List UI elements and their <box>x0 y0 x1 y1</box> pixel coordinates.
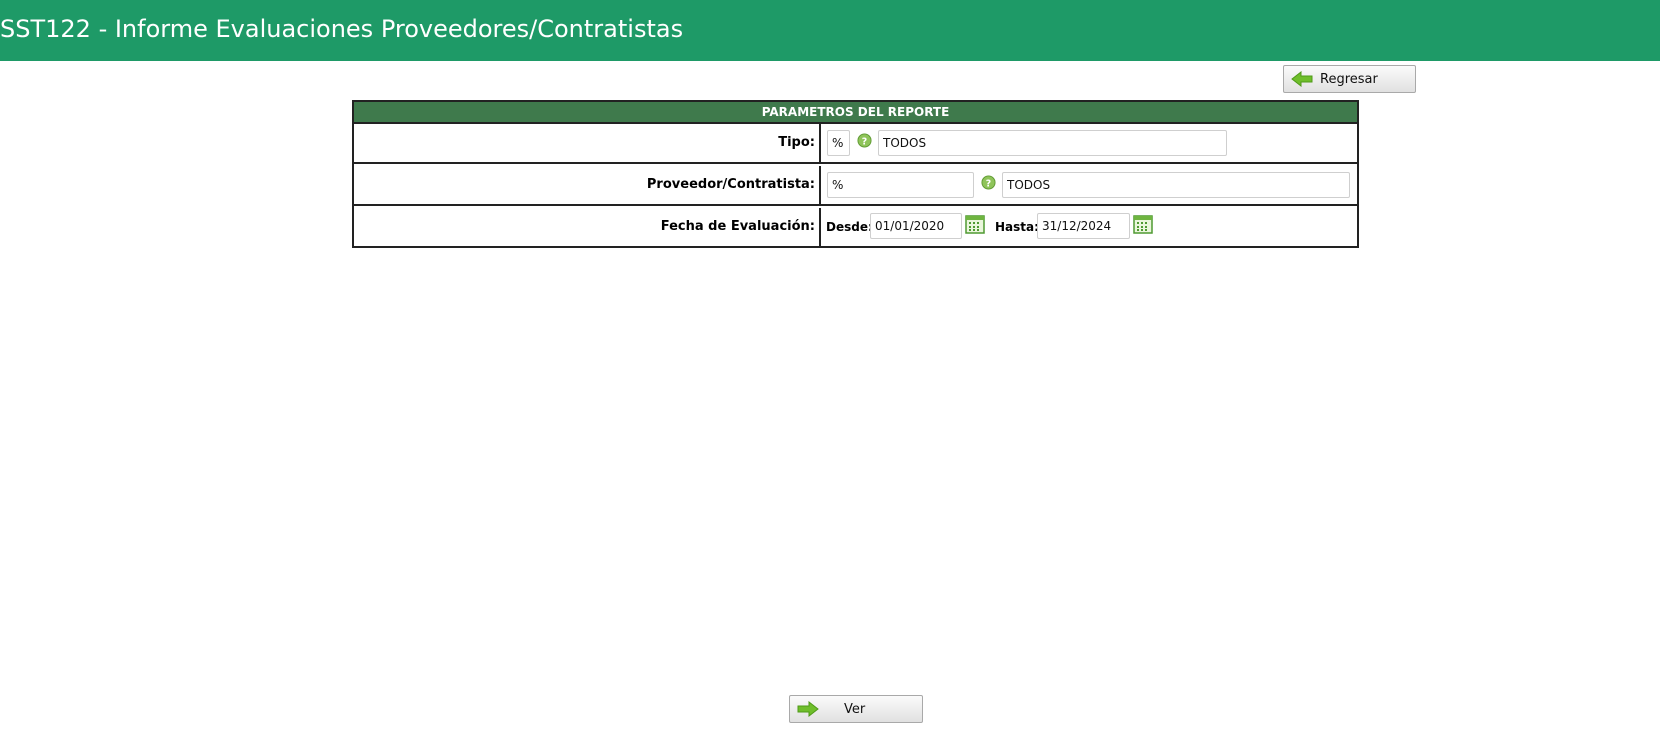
proveedor-label: Proveedor/Contratista: <box>354 166 821 204</box>
tipo-description-input[interactable] <box>878 130 1227 156</box>
proveedor-code-input[interactable] <box>827 172 974 198</box>
back-button-label: Regresar <box>1320 72 1378 87</box>
help-icon[interactable]: ? <box>981 175 996 190</box>
view-report-button[interactable]: Ver <box>789 695 923 723</box>
row-fecha: Fecha de Evaluación: Desde: Hasta: <box>354 208 1357 248</box>
arrow-right-icon <box>797 701 819 717</box>
row-tipo: Tipo: ? <box>354 124 1357 164</box>
back-button[interactable]: Regresar <box>1283 65 1416 93</box>
report-parameters-panel: PARAMETROS DEL REPORTE Tipo: ? Proveedor… <box>352 100 1359 248</box>
page-title: SST122 - Informe Evaluaciones Proveedore… <box>0 15 684 43</box>
panel-heading: PARAMETROS DEL REPORTE <box>354 102 1357 124</box>
calendar-icon[interactable] <box>1133 214 1153 234</box>
calendar-icon[interactable] <box>965 214 985 234</box>
svg-text:?: ? <box>862 136 867 147</box>
desde-label: Desde: <box>826 220 873 234</box>
desde-date-input[interactable] <box>870 213 962 239</box>
view-button-label: Ver <box>844 702 866 717</box>
arrow-left-icon <box>1291 71 1313 87</box>
tipo-code-input[interactable] <box>827 130 850 156</box>
fecha-label: Fecha de Evaluación: <box>354 208 821 248</box>
tipo-label: Tipo: <box>354 124 821 162</box>
title-bar: SST122 - Informe Evaluaciones Proveedore… <box>0 0 1660 61</box>
hasta-date-input[interactable] <box>1037 213 1130 239</box>
svg-text:?: ? <box>986 178 991 189</box>
proveedor-description-input[interactable] <box>1002 172 1350 198</box>
help-icon[interactable]: ? <box>857 133 872 148</box>
row-proveedor: Proveedor/Contratista: ? <box>354 166 1357 206</box>
hasta-label: Hasta: <box>995 220 1039 234</box>
